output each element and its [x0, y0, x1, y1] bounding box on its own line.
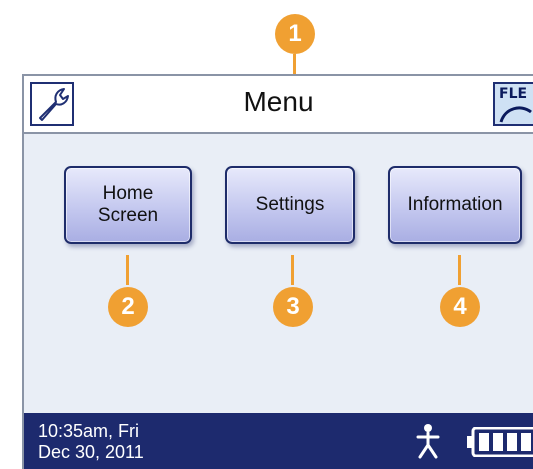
callout-4-leader — [458, 255, 461, 285]
callout-3-leader — [291, 255, 294, 285]
callout-2-leader — [126, 255, 129, 285]
battery-icon — [467, 427, 533, 457]
callout-1: 1 — [275, 14, 315, 54]
callout-4: 4 — [440, 287, 480, 327]
settings-label: Settings — [255, 194, 325, 215]
information-button[interactable]: Information — [388, 166, 522, 244]
date: Dec 30, 2011 — [38, 442, 144, 462]
home-screen-label: Home Screen — [98, 183, 158, 227]
home-screen-button[interactable]: Home Screen — [64, 166, 192, 244]
callout-3: 3 — [273, 287, 313, 327]
home-screen-label-line2: Screen — [97, 205, 159, 226]
status-bar: 10:35am, Fri Dec 30, 2011 — [24, 413, 533, 469]
date-time: 10:35am, Fri Dec 30, 2011 — [38, 421, 144, 463]
page-title: Menu — [243, 86, 314, 117]
information-label: Information — [407, 194, 503, 215]
settings-button[interactable]: Settings — [225, 166, 355, 244]
callout-2: 2 — [108, 287, 148, 327]
flex-button[interactable]: FLE — [493, 82, 533, 126]
home-screen-label-line1: Home — [102, 183, 154, 204]
time-day: 10:35am, Fri — [38, 421, 140, 441]
person-icon — [416, 424, 440, 459]
title-bar: Menu FLE — [24, 74, 533, 134]
flex-icon — [499, 106, 532, 123]
device-screen: Menu FLE Home Screen Settings Informatio… — [22, 74, 533, 469]
